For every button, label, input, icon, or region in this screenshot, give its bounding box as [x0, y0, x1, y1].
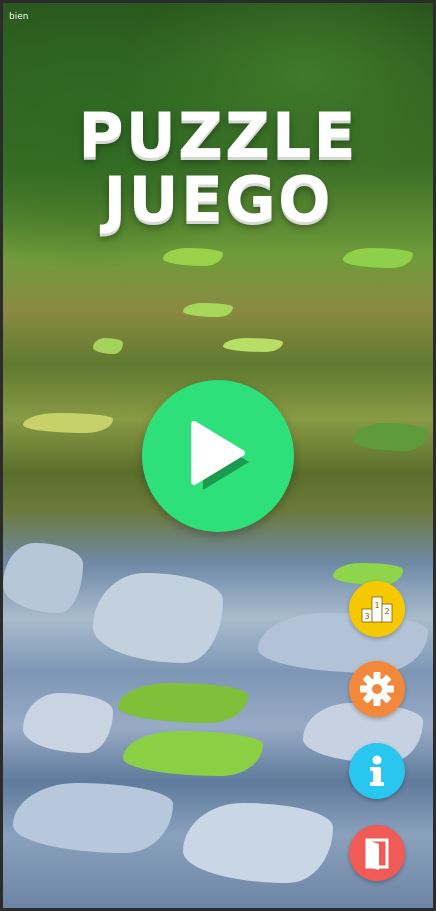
exit-door-icon: [365, 838, 389, 870]
game-menu-screen: bien PUZZLE JUEGO 1 2 3: [3, 3, 433, 908]
play-button[interactable]: [142, 380, 294, 532]
podium-place-3: 3: [364, 612, 369, 621]
game-title-line2: JUEGO: [103, 163, 333, 236]
play-icon: [191, 421, 249, 490]
game-title-line1: PUZZLE: [78, 99, 358, 172]
exit-button[interactable]: [349, 825, 405, 881]
podium-place-1: 1: [374, 601, 379, 610]
info-icon: [370, 755, 384, 786]
gear-icon: [360, 672, 394, 706]
status-text: bien: [9, 12, 29, 22]
settings-button[interactable]: [349, 661, 405, 717]
podium-icon: 1 2 3: [361, 596, 393, 623]
info-button[interactable]: [349, 743, 405, 799]
ranking-button[interactable]: 1 2 3: [349, 581, 405, 637]
podium-place-2: 2: [384, 607, 389, 616]
